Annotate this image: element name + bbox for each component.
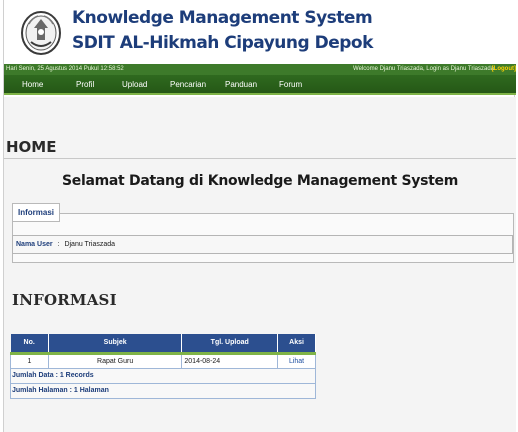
jumlah-data-text: Jumlah Data : 1 Records	[10, 367, 316, 384]
lihat-link[interactable]: Lihat	[277, 352, 316, 369]
nav-panduan[interactable]: Panduan	[225, 75, 257, 94]
school-emblem-icon	[21, 11, 61, 55]
nav-forum[interactable]: Forum	[279, 75, 302, 94]
status-bar: Hari Senin, 25 Agustus 2014 Pukul 12:58:…	[4, 64, 516, 75]
nav-pencarian[interactable]: Pencarian	[170, 75, 206, 94]
table-row: 1 Rapat Guru 2014-08-24 Lihat	[10, 352, 316, 369]
site-title: Knowledge Management System	[72, 8, 373, 28]
datetime-text: Hari Senin, 25 Agustus 2014 Pukul 12:58:…	[6, 66, 124, 72]
nav-upload[interactable]: Upload	[122, 75, 147, 94]
table-header-row: No. Subjek Tgl. Upload Aksi	[10, 334, 316, 355]
column-header-tgl-upload: Tgl. Upload	[181, 334, 279, 355]
user-label: Nama User	[16, 241, 53, 248]
user-name-value: Djanu Triaszada	[64, 241, 116, 248]
welcome-message: Selamat Datang di Knowledge Management S…	[61, 173, 458, 189]
informasi-heading: INFORMASI	[12, 291, 117, 309]
welcome-user-text: Welcome Djanu Triaszada, Login as Djanu …	[353, 66, 494, 72]
row-tgl-upload: 2014-08-24	[181, 352, 279, 369]
informasi-table: No. Subjek Tgl. Upload Aksi 1 Rapat Guru…	[10, 334, 316, 399]
logout-link[interactable]: [Logout]	[492, 64, 516, 75]
row-no: 1	[10, 352, 49, 369]
user-info-row: Nama User : Djanu Triaszada	[12, 235, 513, 254]
nav-profil[interactable]: Profil	[76, 75, 94, 94]
site-header: Knowledge Management System SDIT AL-Hikm…	[4, 0, 516, 64]
content-area: HOME Selamat Datang di Knowledge Managem…	[4, 97, 516, 432]
row-subjek: Rapat Guru	[47, 352, 183, 369]
column-header-subjek: Subjek	[48, 334, 183, 355]
nav-home[interactable]: Home	[22, 75, 43, 94]
column-header-aksi: Aksi	[277, 334, 316, 355]
summary-row-halaman: Jumlah Halaman : 1 Halaman	[10, 382, 316, 399]
divider	[4, 158, 516, 159]
user-separator: :	[57, 241, 60, 248]
jumlah-halaman-text: Jumlah Halaman : 1 Halaman	[10, 382, 316, 399]
summary-row-data: Jumlah Data : 1 Records	[10, 367, 316, 384]
column-header-no: No.	[10, 334, 49, 355]
info-legend: Informasi	[12, 203, 61, 222]
page-title: HOME	[6, 138, 57, 156]
site-subtitle: SDIT AL-Hikmah Cipayung Depok	[72, 33, 373, 53]
main-nav: Home Profil Upload Pencarian Panduan For…	[4, 75, 516, 95]
page-frame: Knowledge Management System SDIT AL-Hikm…	[3, 0, 516, 432]
